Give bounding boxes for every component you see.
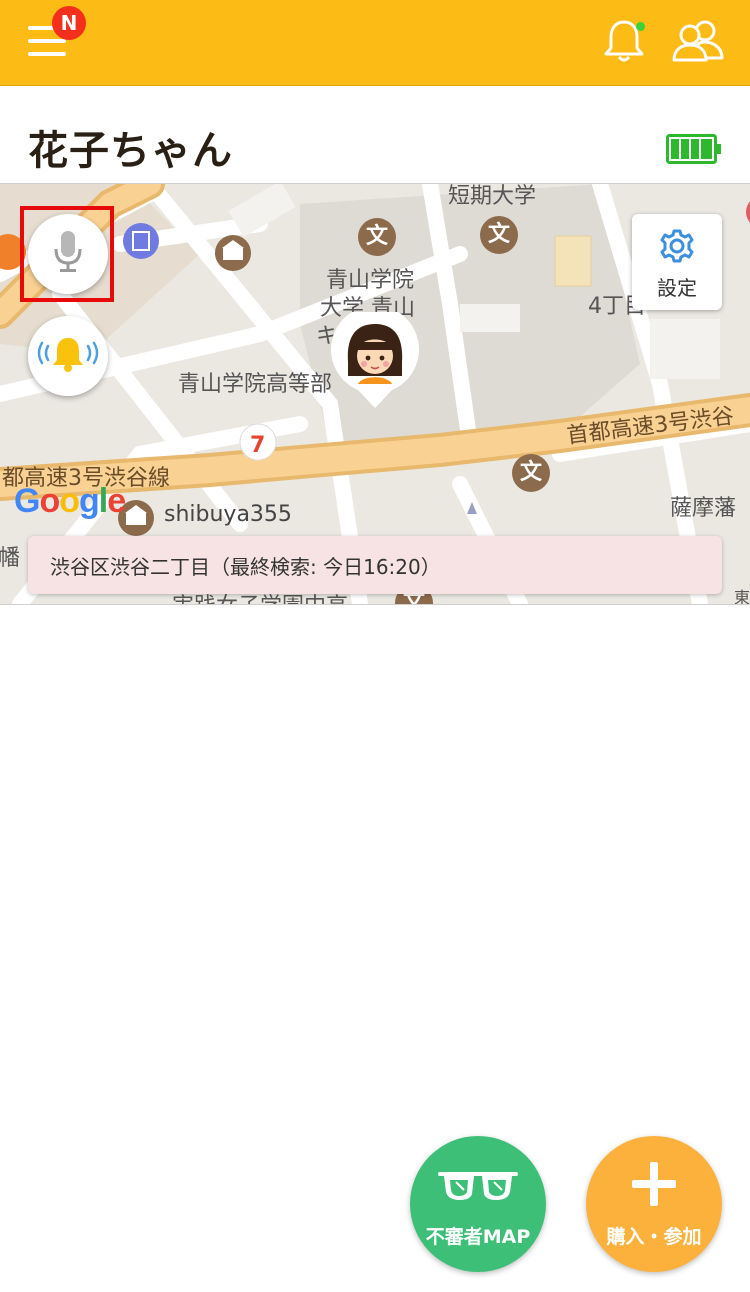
alarm-button[interactable] (28, 316, 108, 396)
battery-full-icon (666, 134, 722, 164)
child-location-pin[interactable] (330, 305, 420, 412)
google-logo: Google (14, 482, 126, 520)
address-bar: 渋谷区渋谷二丁目（最終検索: 今日16:20） (28, 536, 722, 594)
map-view[interactable]: 7 文 文 文 文 短期大学 青山学院 大学 青山 キ 青山学院高等部 4丁目 … (0, 183, 750, 605)
map-label: 薩摩藩 (670, 496, 737, 521)
school-marker: 文 (512, 454, 550, 492)
highlight-box (20, 206, 114, 302)
school-marker: 文 (358, 218, 396, 256)
map-label: shibuya355 (164, 502, 292, 527)
glasses-icon (436, 1168, 520, 1208)
top-bar: N (0, 0, 750, 86)
suspicious-person-map-button[interactable]: 不審者MAP (410, 1136, 546, 1272)
purchase-join-button[interactable]: 購入・参加 (586, 1136, 722, 1272)
map-label: 短期大学 (448, 184, 537, 209)
settings-button[interactable]: 設定 (632, 214, 722, 310)
last-location-address: 渋谷区渋谷二丁目（最終検索: 今日16:20） (50, 555, 441, 579)
map-label: 東 (734, 588, 750, 605)
purchase-label: 購入・参加 (606, 1226, 702, 1248)
alarm-bell-icon (32, 334, 104, 378)
map-label: 幡 (0, 546, 21, 571)
settings-label: 設定 (657, 276, 697, 300)
suspicious-map-label: 不審者MAP (425, 1226, 531, 1248)
plus-icon (630, 1160, 678, 1212)
school-marker: 文 (480, 216, 518, 254)
new-badge: N (52, 6, 86, 40)
notification-dot (636, 22, 645, 31)
child-name-title: 花子ちゃん (28, 128, 233, 174)
map-label: 青山学院高等部 (178, 372, 333, 397)
svg-text:7: 7 (250, 433, 265, 458)
gear-icon (659, 228, 695, 268)
users-icon[interactable] (670, 18, 726, 64)
